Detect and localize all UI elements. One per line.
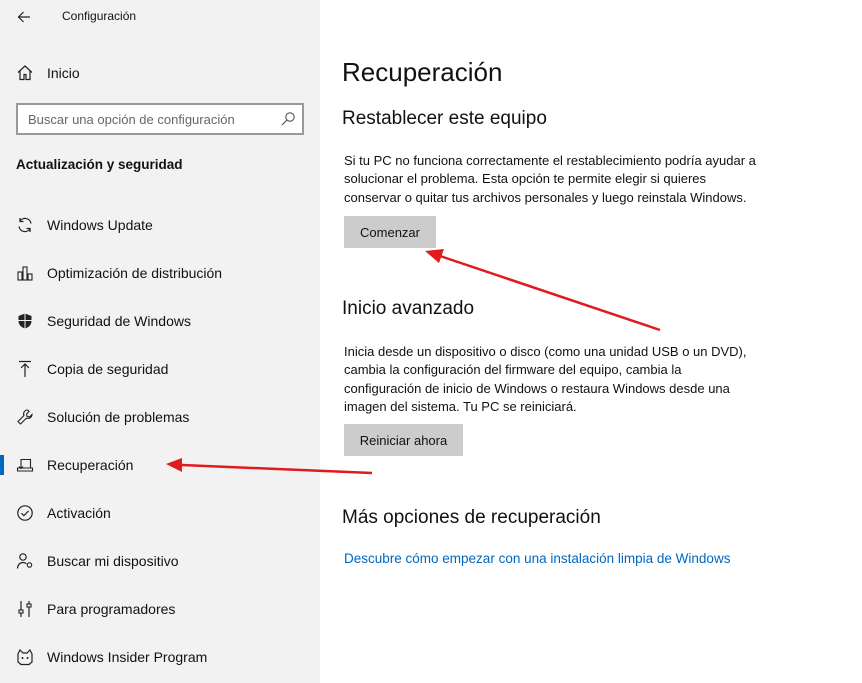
sidebar-item-label: Buscar mi dispositivo bbox=[47, 553, 179, 569]
main-content: Recuperación Restablecer este equipo Si … bbox=[320, 0, 862, 683]
text-line: solucionar el problema. Esta opción te p… bbox=[344, 171, 707, 187]
text-line: Inicia desde un dispositivo o disco (com… bbox=[344, 344, 747, 359]
more-options-heading: Más opciones de recuperación bbox=[342, 507, 601, 528]
home-icon bbox=[17, 65, 33, 81]
sidebar-item-label: Windows Insider Program bbox=[47, 649, 208, 665]
text-line: Si tu PC no funciona correctamente el re… bbox=[344, 153, 756, 168]
sidebar-item-windows-insider[interactable]: Windows Insider Program bbox=[0, 633, 320, 681]
reset-heading: Restablecer este equipo bbox=[342, 108, 547, 129]
text-line: configuración de inicio de Windows o res… bbox=[344, 380, 730, 396]
sidebar-item-label: Solución de problemas bbox=[47, 409, 190, 425]
sidebar-nav: Windows Update Optimización de distribuc… bbox=[0, 201, 320, 681]
upload-arrow-icon bbox=[19, 360, 31, 377]
restart-now-button[interactable]: Reiniciar ahora bbox=[344, 424, 463, 456]
clean-install-link[interactable]: Descubre cómo empezar con una instalació… bbox=[344, 551, 730, 566]
delivery-optimization-icon bbox=[17, 266, 33, 281]
sidebar-item-label: Seguridad de Windows bbox=[47, 313, 191, 329]
sidebar-item-developers[interactable]: Para programadores bbox=[0, 585, 320, 633]
sidebar-item-label: Windows Update bbox=[47, 217, 153, 233]
search-icon[interactable] bbox=[280, 111, 296, 127]
developer-sliders-icon bbox=[18, 601, 32, 617]
sidebar-item-delivery-optimization[interactable]: Optimización de distribución bbox=[0, 249, 320, 297]
sidebar-item-label: Activación bbox=[47, 505, 111, 521]
sidebar-item-windows-security[interactable]: Seguridad de Windows bbox=[0, 297, 320, 345]
sidebar-item-label: Optimización de distribución bbox=[47, 265, 223, 281]
text-line: cambia la configuración del firmware del… bbox=[344, 362, 682, 378]
sidebar: Configuración Inicio Actualización y seg… bbox=[0, 0, 320, 683]
sidebar-item-troubleshoot[interactable]: Solución de problemas bbox=[0, 393, 320, 441]
reset-description: Si tu PC no funciona correctamente el re… bbox=[344, 152, 794, 207]
refresh-icon bbox=[18, 217, 32, 233]
app-title: Configuración bbox=[62, 9, 137, 23]
text-line: conservar o quitar tus archivos personal… bbox=[344, 189, 747, 205]
start-reset-button[interactable]: Comenzar bbox=[344, 216, 436, 248]
sidebar-item-home[interactable]: Inicio bbox=[0, 57, 320, 89]
section-title: Actualización y seguridad bbox=[16, 157, 183, 172]
sidebar-item-label: Para programadores bbox=[47, 601, 176, 617]
check-circle-icon bbox=[17, 505, 33, 521]
search-input[interactable] bbox=[18, 105, 278, 133]
back-button[interactable] bbox=[10, 4, 38, 30]
person-pin-icon bbox=[16, 553, 33, 569]
wrench-icon bbox=[17, 409, 33, 425]
sidebar-item-windows-update[interactable]: Windows Update bbox=[0, 201, 320, 249]
advanced-startup-description: Inicia desde un dispositivo o disco (com… bbox=[344, 343, 794, 417]
sidebar-item-label: Recuperación bbox=[47, 457, 134, 473]
shield-icon bbox=[18, 313, 32, 329]
sidebar-item-backup[interactable]: Copia de seguridad bbox=[0, 345, 320, 393]
title-bar: Configuración bbox=[0, 0, 320, 34]
advanced-startup-heading: Inicio avanzado bbox=[342, 298, 475, 319]
text-line: imagen del sistema. Tu PC se reiniciará. bbox=[344, 399, 577, 415]
selection-indicator bbox=[0, 455, 4, 475]
sidebar-item-label: Inicio bbox=[47, 65, 80, 81]
sidebar-item-find-my-device[interactable]: Buscar mi dispositivo bbox=[0, 537, 320, 585]
back-arrow-icon bbox=[17, 11, 30, 23]
sidebar-item-recovery[interactable]: Recuperación bbox=[0, 441, 320, 489]
sidebar-item-label: Copia de seguridad bbox=[47, 361, 169, 377]
page-title: Recuperación bbox=[342, 57, 503, 87]
recovery-icon bbox=[16, 458, 34, 472]
sidebar-item-activation[interactable]: Activación bbox=[0, 489, 320, 537]
insider-cat-icon bbox=[17, 648, 33, 666]
search-box bbox=[16, 103, 304, 135]
